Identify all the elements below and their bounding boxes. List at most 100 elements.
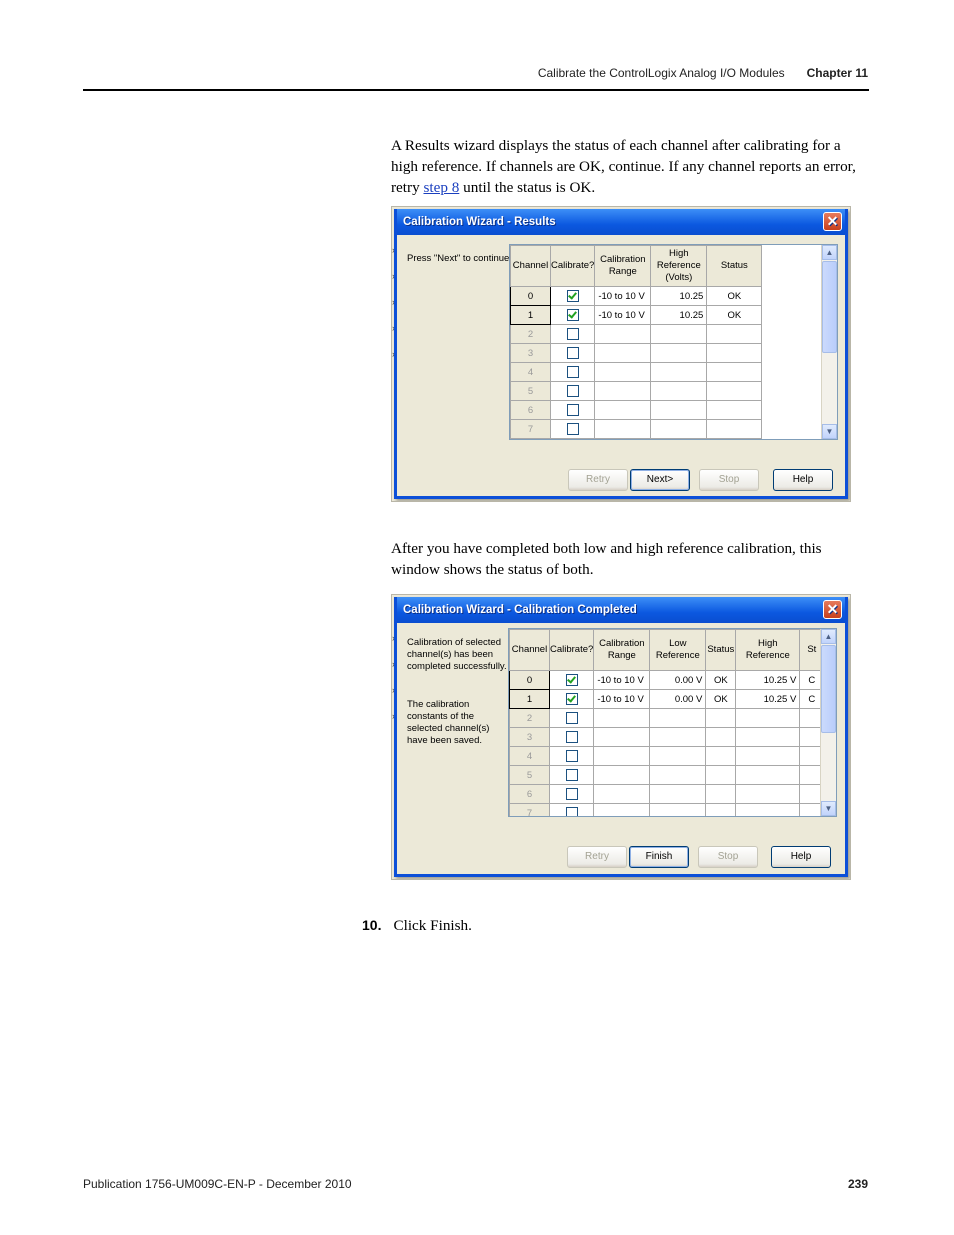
low-reference-cell: 0.00 V <box>649 670 707 690</box>
calibrate-checkbox[interactable] <box>566 290 579 302</box>
calibrate-checkbox[interactable] <box>566 309 579 321</box>
table-row[interactable]: 4 <box>510 362 763 382</box>
calibrate-checkbox[interactable] <box>565 807 578 816</box>
dialog-titlebar: Calibration Wizard - Calibration Complet… <box>397 597 845 623</box>
stop-button[interactable]: Stop <box>698 846 758 868</box>
status-cell <box>705 727 737 747</box>
stop-button[interactable]: Stop <box>699 469 759 491</box>
paragraph-results: A Results wizard displays the status of … <box>391 135 869 198</box>
close-icon[interactable]: ✕ <box>823 212 842 231</box>
status-cell <box>706 419 763 439</box>
scroll-thumb[interactable] <box>821 645 836 733</box>
calibrate-cell <box>549 305 596 325</box>
calibrate-cell <box>548 670 595 690</box>
range-cell <box>593 727 651 747</box>
calibrate-checkbox[interactable] <box>565 693 578 705</box>
low-reference-cell <box>649 803 707 816</box>
channel-cell: 1 <box>509 689 550 709</box>
calibrate-checkbox[interactable] <box>565 769 578 781</box>
high-reference-cell <box>735 765 801 785</box>
table-row[interactable]: 0 -10 to 10 V 0.00 V OK 10.25 VC <box>509 670 825 690</box>
status-cell: OK <box>705 689 737 709</box>
table-row[interactable]: 2 <box>510 324 763 344</box>
range-cell <box>593 784 651 804</box>
col-header: Low Reference <box>649 629 707 671</box>
calibrate-checkbox[interactable] <box>565 750 578 762</box>
help-button[interactable]: Help <box>771 846 831 868</box>
vertical-scrollbar[interactable]: ▲ ▼ <box>821 245 837 439</box>
scroll-down-icon[interactable]: ▼ <box>822 424 837 439</box>
high-reference-cell <box>650 324 708 344</box>
range-cell <box>594 362 652 382</box>
calibrate-checkbox[interactable] <box>565 788 578 800</box>
channel-grid[interactable]: Channel Calibrate? Calibration Range Hig… <box>509 244 838 440</box>
status-cell <box>706 343 763 363</box>
calibrate-checkbox[interactable] <box>566 347 579 359</box>
table-row[interactable]: 3 <box>510 343 763 363</box>
calibrate-checkbox[interactable] <box>566 328 579 340</box>
calibrate-checkbox[interactable] <box>566 423 579 435</box>
table-row[interactable]: 4 <box>509 746 825 766</box>
calibrate-checkbox[interactable] <box>566 385 579 397</box>
finish-button[interactable]: Finish <box>629 846 689 868</box>
calibrate-checkbox[interactable] <box>566 366 579 378</box>
calibrate-cell <box>548 727 595 747</box>
page-number: 239 <box>847 1177 868 1191</box>
channel-grid[interactable]: Channel Calibrate? Calibration Range Low… <box>508 628 837 817</box>
table-row[interactable]: 1 -10 to 10 V 0.00 V OK 10.25 VC <box>509 689 825 709</box>
table-row[interactable]: 6 <box>509 784 825 804</box>
range-cell <box>594 343 652 363</box>
retry-button[interactable]: Retry <box>568 469 628 491</box>
range-cell <box>593 708 651 728</box>
section-title: Calibrate the ControlLogix Analog I/O Mo… <box>537 66 785 80</box>
scroll-up-icon[interactable]: ▲ <box>822 245 837 260</box>
scroll-up-icon[interactable]: ▲ <box>821 629 836 644</box>
calibrate-cell <box>548 803 595 816</box>
status-cell <box>705 708 737 728</box>
channel-cell: 3 <box>510 343 551 363</box>
channel-cell: 0 <box>510 286 551 306</box>
chapter-label: Chapter 11 <box>806 66 868 80</box>
step-8-link[interactable]: step 8 <box>423 179 459 196</box>
status-cell: OK <box>705 670 737 690</box>
col-header: Status <box>706 245 763 287</box>
low-reference-cell <box>649 765 707 785</box>
table-row[interactable]: 7 <box>509 803 825 816</box>
retry-button[interactable]: Retry <box>567 846 627 868</box>
table-row[interactable]: 7 <box>510 419 763 439</box>
close-icon[interactable]: ✕ <box>823 600 842 619</box>
status-cell <box>705 746 737 766</box>
high-reference-cell <box>735 784 801 804</box>
scroll-thumb[interactable] <box>822 261 837 353</box>
high-reference-cell <box>735 727 801 747</box>
table-row[interactable]: 0 -10 to 10 V 10.25 OK <box>510 286 763 306</box>
calibrate-checkbox[interactable] <box>565 712 578 724</box>
table-row[interactable]: 1 -10 to 10 V 10.25 OK <box>510 305 763 325</box>
table-row[interactable]: 5 <box>509 765 825 785</box>
scroll-down-icon[interactable]: ▼ <box>821 801 836 816</box>
col-header: Channel <box>510 245 551 287</box>
table-row[interactable]: 6 <box>510 400 763 420</box>
range-cell <box>594 381 652 401</box>
range-cell: -10 to 10 V <box>594 286 652 306</box>
results-dialog: Calibration Wizard - Results ✕ Press "Ne… <box>394 209 848 499</box>
results-dialog-screenshot: ››››› Calibration Wizard - Results ✕ Pre… <box>391 206 851 502</box>
table-row[interactable]: 5 <box>510 381 763 401</box>
range-cell <box>594 400 652 420</box>
help-button[interactable]: Help <box>773 469 833 491</box>
calibrate-checkbox[interactable] <box>565 731 578 743</box>
vertical-scrollbar[interactable]: ▲ ▼ <box>820 629 836 816</box>
calibrate-cell <box>548 708 595 728</box>
high-reference-cell <box>735 708 801 728</box>
calibrate-checkbox[interactable] <box>566 404 579 416</box>
next-button[interactable]: Next> <box>630 469 690 491</box>
low-reference-cell <box>649 746 707 766</box>
calibrate-cell <box>549 324 596 344</box>
range-cell: -10 to 10 V <box>594 305 652 325</box>
step-10: 10. Click Finish. <box>362 915 472 936</box>
calibrate-checkbox[interactable] <box>565 674 578 686</box>
col-header: Calibrate? <box>549 245 596 287</box>
table-row[interactable]: 3 <box>509 727 825 747</box>
continue-message: Press "Next" to continue. <box>407 253 512 264</box>
table-row[interactable]: 2 <box>509 708 825 728</box>
